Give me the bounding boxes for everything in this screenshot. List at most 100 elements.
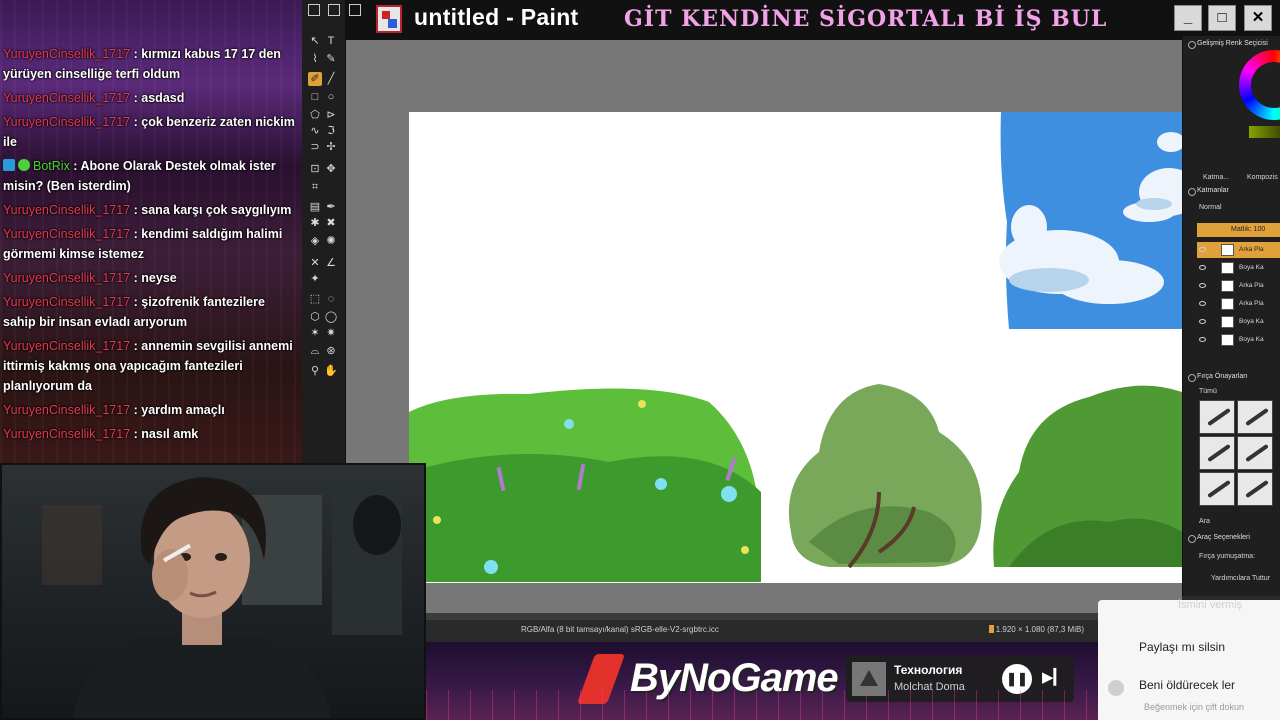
eyedropper-icon[interactable]: ✒: [324, 200, 338, 214]
enclose-fill-icon[interactable]: ✺: [324, 234, 338, 248]
move-icon[interactable]: ✥: [324, 162, 338, 176]
skip-next-icon[interactable]: ▶▎: [1042, 668, 1065, 686]
chat-username[interactable]: YuruyenCinsellik_1717: [3, 115, 130, 129]
freehand-select-icon[interactable]: ◯: [324, 310, 338, 324]
visibility-eye-icon[interactable]: [1199, 265, 1206, 270]
gradient-icon[interactable]: ▤: [308, 200, 322, 214]
close-button[interactable]: ✕: [1244, 5, 1272, 31]
chat-username[interactable]: YuruyenCinsellik_1717: [3, 403, 130, 417]
brush-preset[interactable]: [1237, 436, 1273, 470]
line-icon[interactable]: ╱: [324, 72, 338, 86]
open-file-icon[interactable]: [328, 4, 340, 16]
layer-name: Arka Pla: [1239, 246, 1264, 253]
chat-username[interactable]: YuruyenCinsellik_1717: [3, 227, 130, 241]
snap-to-assistants-label[interactable]: Yardımcılara Tuttur: [1211, 575, 1270, 582]
select-icon[interactable]: ↖: [308, 34, 322, 48]
chat-message: YuruyenCinsellik_1717 : yardım amaçlı: [3, 403, 225, 417]
chat-message: YuruyenCinsellik_1717 : sana karşı çok s…: [3, 203, 292, 217]
visibility-eye-icon[interactable]: [1199, 247, 1206, 252]
double-tap-hint: Beğenmek için çift dokun: [1144, 702, 1245, 712]
color-selector-title: Gelişmiş Renk Seçicisi: [1188, 40, 1268, 49]
notification-line: Beni öldürecek ler: [1139, 678, 1236, 692]
layer-row[interactable]: Boya Ka: [1197, 314, 1280, 330]
chat-username[interactable]: YuruyenCinsellik_1717: [3, 91, 130, 105]
rectangle-icon[interactable]: □: [308, 90, 322, 104]
layer-row[interactable]: Boya Ka: [1197, 332, 1280, 348]
layer-thumbnail: [1221, 298, 1234, 310]
save-file-icon[interactable]: [349, 4, 361, 16]
bezier-select-icon[interactable]: ⌓: [308, 344, 322, 358]
magnetic-select-icon[interactable]: ⊛: [324, 344, 338, 358]
brush-preset[interactable]: [1199, 400, 1235, 434]
colorize-mask-icon[interactable]: ✱: [308, 216, 322, 230]
text-icon[interactable]: T: [324, 34, 338, 48]
docker-panel: Gelişmiş Renk Seçicisi Katma... Kompozis…: [1182, 36, 1280, 596]
contiguous-select-icon[interactable]: ✶: [308, 326, 322, 340]
blend-mode-select[interactable]: Normal: [1199, 204, 1222, 211]
layer-thumbnail: [1221, 262, 1234, 274]
layer-row[interactable]: Arka Pla: [1197, 296, 1280, 312]
calligraphy-icon[interactable]: ✎: [324, 52, 338, 66]
pan-icon[interactable]: ✋: [324, 364, 338, 378]
chat-text: sana karşı çok saygılıyım: [141, 203, 292, 217]
color-wheel[interactable]: [1239, 50, 1280, 120]
tab-layers-short[interactable]: Katma...: [1203, 174, 1229, 181]
polyline-icon[interactable]: ⊳: [324, 108, 338, 122]
reference-icon[interactable]: ✦: [308, 272, 322, 286]
maximize-button[interactable]: □: [1208, 5, 1236, 31]
chat-username[interactable]: YuruyenCinsellik_1717: [3, 295, 130, 309]
bynogame-logo-text: ByNoGame: [630, 656, 839, 700]
dynamic-brush-icon[interactable]: ⊃: [308, 140, 322, 154]
tab-compositions[interactable]: Kompozis: [1247, 174, 1278, 181]
visibility-eye-icon[interactable]: [1199, 337, 1206, 342]
chat-username[interactable]: YuruyenCinsellik_1717: [3, 47, 130, 61]
now-playing-widget: Технология Molchat Doma ❚❚ ▶▎: [846, 656, 1074, 702]
visibility-eye-icon[interactable]: [1199, 319, 1206, 324]
drawing-canvas[interactable]: [409, 112, 1182, 583]
chat-message: BotRix : Abone Olarak Destek olmak ister…: [3, 159, 276, 193]
measure-icon[interactable]: ∠: [324, 256, 338, 270]
crop-icon[interactable]: ⌗: [308, 180, 322, 194]
visibility-eye-icon[interactable]: [1199, 283, 1206, 288]
chat-text: asdasd: [141, 91, 185, 105]
smart-patch-icon[interactable]: ✖: [324, 216, 338, 230]
chat-username[interactable]: BotRix: [33, 159, 70, 173]
zoom-icon[interactable]: ⚲: [308, 364, 322, 378]
color-triangle[interactable]: [1249, 126, 1280, 138]
fill-icon[interactable]: ◈: [308, 234, 322, 248]
rect-select-icon[interactable]: ⬚: [308, 292, 322, 306]
brush-filter-select[interactable]: Tümü: [1199, 388, 1217, 395]
transform-icon[interactable]: ⊡: [308, 162, 322, 176]
ellipse-select-icon[interactable]: ◌: [324, 292, 338, 306]
chat-username[interactable]: YuruyenCinsellik_1717: [3, 271, 130, 285]
layer-row[interactable]: Arka Pla: [1197, 278, 1280, 294]
chat-username[interactable]: YuruyenCinsellik_1717: [3, 427, 130, 441]
pause-icon[interactable]: ❚❚: [1002, 664, 1032, 694]
horizontal-scrollbar[interactable]: [426, 613, 1098, 620]
brush-icon[interactable]: ✐: [308, 72, 322, 86]
chat-username[interactable]: YuruyenCinsellik_1717: [3, 203, 130, 217]
chat-message: YuruyenCinsellik_1717 : annemin sevgilis…: [3, 339, 293, 393]
chat-message: YuruyenCinsellik_1717 : şizofrenik fante…: [3, 295, 265, 329]
freehand-path-icon[interactable]: ℑ: [324, 124, 338, 138]
similar-select-icon[interactable]: ✷: [324, 326, 338, 340]
assistant-icon[interactable]: ✕: [308, 256, 322, 270]
brush-preset[interactable]: [1199, 436, 1235, 470]
visibility-eye-icon[interactable]: [1199, 301, 1206, 306]
brush-preset[interactable]: [1237, 400, 1273, 434]
multibrush-icon[interactable]: ✢: [324, 140, 338, 154]
brush-preset[interactable]: [1199, 472, 1235, 506]
edit-shapes-icon[interactable]: ⌇: [308, 52, 322, 66]
brush-preset[interactable]: [1237, 472, 1273, 506]
layer-row[interactable]: Arka Pla: [1197, 242, 1280, 258]
chat-username[interactable]: YuruyenCinsellik_1717: [3, 339, 130, 353]
new-file-icon[interactable]: [308, 4, 320, 16]
polygon-select-icon[interactable]: ⬡: [308, 310, 322, 324]
polygon-icon[interactable]: ⬠: [308, 108, 322, 122]
layer-row[interactable]: Boya Ka: [1197, 260, 1280, 276]
ellipse-icon[interactable]: ○: [324, 90, 338, 104]
opacity-slider[interactable]: Matlık: 100: [1197, 223, 1280, 237]
bezier-icon[interactable]: ∿: [308, 124, 322, 138]
layer-thumbnail: [1221, 334, 1234, 346]
minimize-button[interactable]: _: [1174, 5, 1202, 31]
